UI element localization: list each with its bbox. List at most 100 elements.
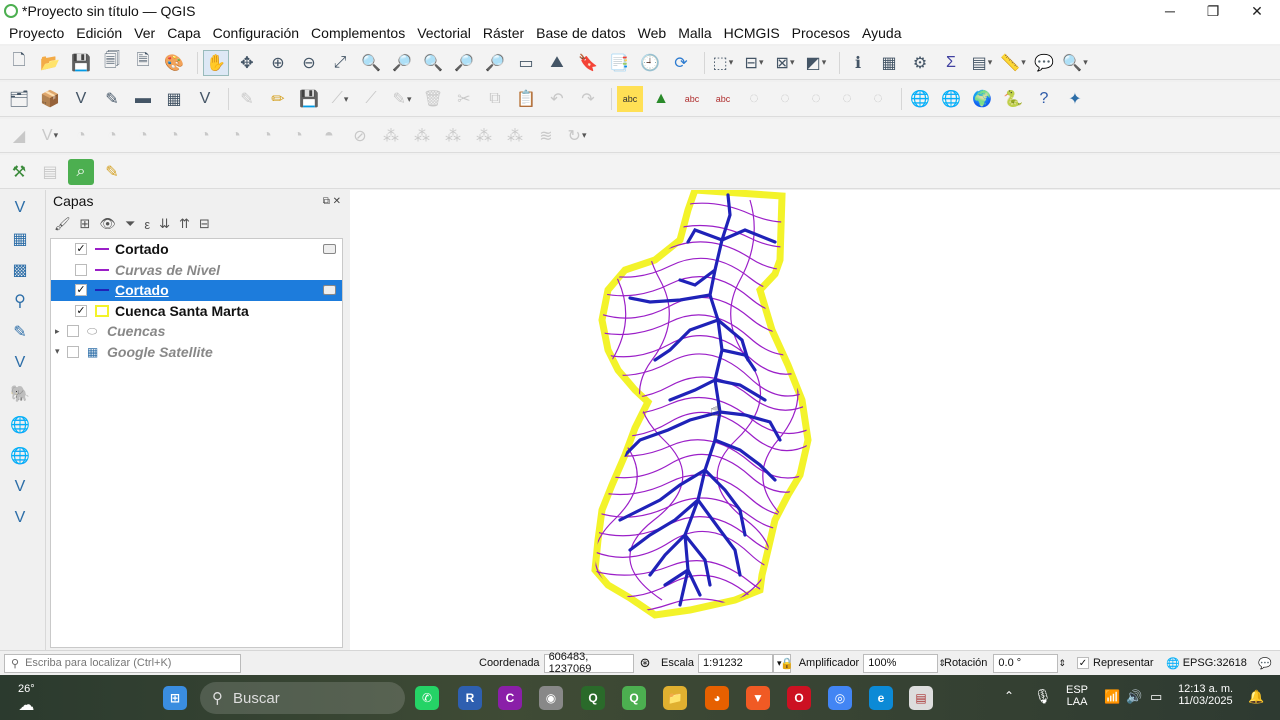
- crs-button[interactable]: 🌐 EPSG:32618: [1166, 654, 1247, 673]
- panel-float-close-icon[interactable]: ⧉ ✕: [323, 196, 341, 207]
- python-console-icon[interactable]: 🐍: [1000, 86, 1026, 112]
- adv-edit-18-icon[interactable]: ≋: [533, 123, 559, 149]
- highlight-labels-icon[interactable]: abc: [710, 86, 736, 112]
- map-tips-icon[interactable]: 💬: [1031, 50, 1057, 76]
- clock[interactable]: 12:13 a. m. 11/03/2025: [1178, 683, 1233, 707]
- adv-edit-8-icon[interactable]: ◔: [223, 123, 249, 149]
- add-wcs-layer-icon[interactable]: V: [5, 474, 35, 500]
- expand-arrow-icon[interactable]: ▾: [55, 346, 67, 357]
- delete-selected-icon[interactable]: 🗑: [420, 86, 446, 112]
- refresh-icon[interactable]: ⟳: [668, 50, 694, 76]
- layer-item[interactable]: ▾ ▦ Google Satellite: [51, 342, 342, 363]
- menu-web[interactable]: Web: [632, 25, 673, 41]
- zoom-layer-icon[interactable]: 🔎: [389, 50, 415, 76]
- style-manager-icon[interactable]: 🎨: [161, 50, 187, 76]
- locator-search-input[interactable]: ⚲ Escriba para localizar (Ctrl+K): [4, 653, 241, 673]
- add-geopackage-icon[interactable]: 📦: [37, 86, 63, 112]
- rstudio-icon[interactable]: R: [458, 686, 482, 710]
- pan-to-selection-icon[interactable]: ✥: [234, 50, 260, 76]
- menu-edicion[interactable]: Edición: [70, 25, 128, 41]
- globe-search-icon[interactable]: 🌐: [938, 86, 964, 112]
- add-vector-layer-icon[interactable]: V: [5, 195, 35, 221]
- add-virtual-layer-icon[interactable]: V: [192, 86, 218, 112]
- digitize-icon[interactable]: ✎: [99, 86, 125, 112]
- menu-malla[interactable]: Malla: [672, 25, 717, 41]
- adv-edit-10-icon[interactable]: ◔: [285, 123, 311, 149]
- save-edits-icon[interactable]: 💾: [296, 86, 322, 112]
- menu-procesos[interactable]: Procesos: [786, 25, 856, 41]
- map-canvas[interactable]: ☝: [350, 190, 1280, 650]
- plugin-dim-icon[interactable]: ▤: [37, 159, 63, 185]
- layer-filter-icon[interactable]: [323, 244, 336, 255]
- adv-edit-12-icon[interactable]: ⊘: [347, 123, 373, 149]
- add-group-icon[interactable]: ⊞: [80, 216, 91, 232]
- layer-item[interactable]: ✓ Cortado: [51, 239, 342, 260]
- menu-hcmgis[interactable]: HCMGIS: [718, 25, 786, 41]
- adv-edit-13-icon[interactable]: ⁂: [378, 123, 404, 149]
- coordinate-field[interactable]: 606483, 1237069: [543, 651, 634, 675]
- file-explorer-icon[interactable]: 📁: [663, 686, 687, 710]
- attribute-table-icon[interactable]: ▦: [876, 50, 902, 76]
- messages-icon[interactable]: 💬: [1258, 654, 1272, 673]
- tray-chevron-icon[interactable]: ⌃: [1004, 689, 1014, 703]
- move-label-icon[interactable]: ◌: [741, 86, 767, 112]
- toggle-editing-icon[interactable]: ✏: [265, 86, 291, 112]
- weather-widget[interactable]: 26° ☁: [18, 683, 35, 715]
- c-app-icon[interactable]: C: [498, 686, 522, 710]
- paste-icon[interactable]: 📋: [513, 86, 539, 112]
- zoom-next-icon[interactable]: 🔎: [482, 50, 508, 76]
- layer-item[interactable]: ✓ Cuenca Santa Marta: [51, 301, 342, 322]
- disk-app-icon[interactable]: ◉: [539, 686, 563, 710]
- language-indicator[interactable]: ESP LAA: [1066, 684, 1088, 708]
- zoom-native-icon[interactable]: 🔍: [420, 50, 446, 76]
- qgis-taskbar-icon[interactable]: Q: [622, 686, 646, 710]
- adv-edit-7-icon[interactable]: ◔: [192, 123, 218, 149]
- new-map-view-icon[interactable]: ▭: [513, 50, 539, 76]
- rotation-spin-icon[interactable]: ⇕: [1058, 658, 1066, 669]
- wifi-icon[interactable]: 📶: [1104, 689, 1120, 705]
- close-button[interactable]: ✕: [1237, 0, 1277, 22]
- remove-layer-icon[interactable]: ⊟: [199, 216, 210, 232]
- battery-icon[interactable]: ▭: [1150, 689, 1162, 705]
- vertex-tool-icon[interactable]: ⟋: [358, 86, 384, 112]
- save-as-icon[interactable]: 🗐: [99, 50, 125, 76]
- layer-visibility-checkbox[interactable]: ✓: [75, 304, 87, 317]
- add-virtual-layer-icon[interactable]: V: [5, 505, 35, 531]
- layer-item[interactable]: Curvas de Nivel: [51, 260, 342, 281]
- layer-visibility-checkbox[interactable]: ✓: [75, 243, 87, 256]
- add-raster-icon[interactable]: ▦: [161, 86, 187, 112]
- add-feature-icon[interactable]: ⟋: [327, 86, 353, 112]
- adv-edit-6-icon[interactable]: ◔: [161, 123, 187, 149]
- globe-icon[interactable]: 🌐: [907, 86, 933, 112]
- render-checkbox[interactable]: ✓: [1077, 657, 1089, 669]
- layer-visibility-checkbox[interactable]: ✓: [75, 284, 87, 297]
- adv-edit-2-icon[interactable]: V: [37, 123, 63, 149]
- copy-icon[interactable]: ⧉: [482, 86, 508, 112]
- adv-edit-14-icon[interactable]: ⁂: [409, 123, 435, 149]
- taskbar-search[interactable]: ⚲ Buscar: [200, 682, 405, 714]
- chrome-icon[interactable]: ◎: [828, 686, 852, 710]
- add-gps-icon[interactable]: ⚲: [5, 288, 35, 314]
- modify-attributes-icon[interactable]: ✎: [389, 86, 415, 112]
- adv-edit-1-icon[interactable]: ◢: [6, 123, 32, 149]
- pdf-app-icon[interactable]: ▤: [909, 686, 933, 710]
- toggle-extents-icon[interactable]: ⊛: [640, 655, 651, 671]
- magnifier-field[interactable]: 100%: [863, 653, 939, 673]
- show-label-icon[interactable]: ◌: [834, 86, 860, 112]
- layer-visibility-checkbox[interactable]: [67, 345, 79, 358]
- statistics-sigma-icon[interactable]: Σ: [938, 50, 964, 76]
- adv-edit-3-icon[interactable]: ◔: [68, 123, 94, 149]
- new-project-icon[interactable]: 🗋: [6, 50, 32, 76]
- print-layout-icon[interactable]: 🗎: [130, 50, 156, 76]
- diagram-icon[interactable]: ▲: [648, 86, 674, 112]
- label-tool-icon[interactable]: abc: [617, 86, 643, 112]
- cut-icon[interactable]: ✂: [451, 86, 477, 112]
- qgis-old-icon[interactable]: Q: [581, 686, 605, 710]
- layer-filter-icon[interactable]: [323, 285, 336, 296]
- deselect-icon[interactable]: ⊠: [772, 50, 798, 76]
- brave-icon[interactable]: ▼: [746, 686, 770, 710]
- qgis-search-plugin-icon[interactable]: ⌕: [68, 158, 94, 185]
- adv-edit-11-icon[interactable]: ◓: [316, 123, 342, 149]
- menu-raster[interactable]: Ráster: [477, 25, 530, 41]
- pan-hand-icon[interactable]: ✋: [203, 49, 229, 76]
